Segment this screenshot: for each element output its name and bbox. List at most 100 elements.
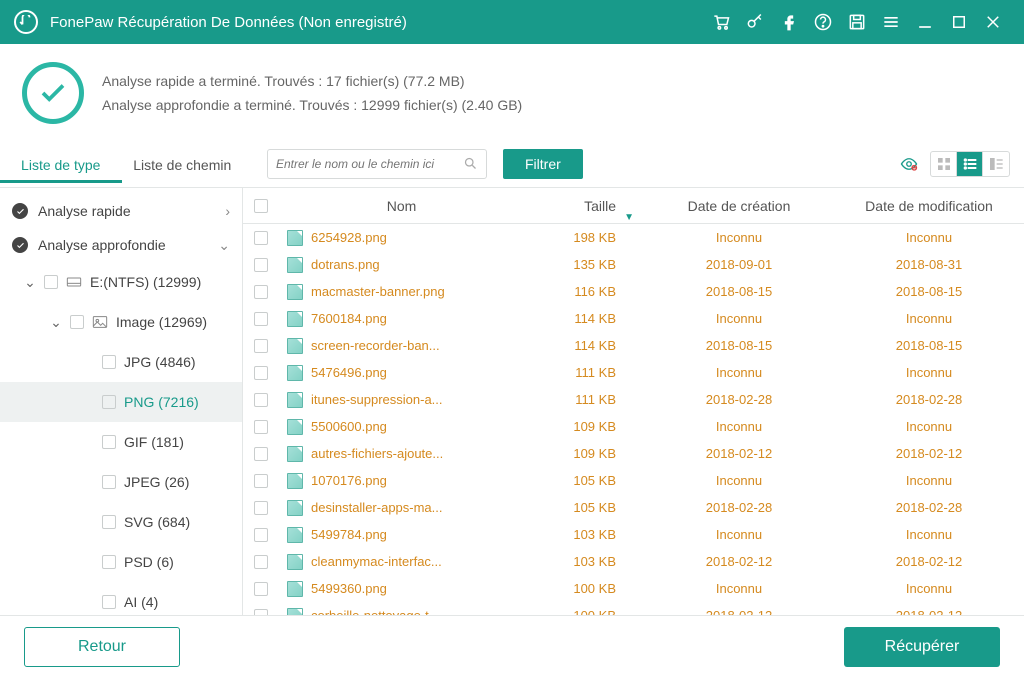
tree-item-label: JPEG (26) — [124, 474, 189, 490]
row-checkbox[interactable] — [254, 609, 268, 616]
checkmark-icon — [22, 62, 84, 124]
grid-view-icon[interactable] — [931, 152, 957, 176]
preview-toggle-icon[interactable] — [898, 154, 920, 174]
column-created[interactable]: Date de création — [644, 198, 834, 214]
tab-path-list[interactable]: Liste de chemin — [122, 145, 244, 183]
tree-format-item[interactable]: GIF (181) — [0, 422, 242, 462]
close-icon[interactable] — [976, 0, 1010, 44]
table-row[interactable]: dotrans.png 135 KB 2018-09-01 2018-08-31 — [243, 251, 1024, 278]
file-icon — [287, 311, 303, 327]
checkbox[interactable] — [102, 395, 116, 409]
tab-type-list[interactable]: Liste de type — [0, 145, 122, 183]
search-icon — [463, 156, 478, 171]
cart-icon[interactable] — [704, 0, 738, 44]
file-modified: 2018-08-15 — [834, 284, 1024, 299]
tree-format-item[interactable]: JPG (4846) — [0, 342, 242, 382]
file-created: 2018-09-01 — [644, 257, 834, 272]
file-modified: Inconnu — [834, 527, 1024, 542]
row-checkbox[interactable] — [254, 555, 268, 569]
row-checkbox[interactable] — [254, 393, 268, 407]
table-row[interactable]: desinstaller-apps-ma... 105 KB 2018-02-2… — [243, 494, 1024, 521]
table-row[interactable]: itunes-suppression-a... 111 KB 2018-02-2… — [243, 386, 1024, 413]
table-row[interactable]: corbeille-nettoyage-t... 100 KB 2018-02-… — [243, 602, 1024, 615]
column-name[interactable]: Nom — [279, 198, 524, 214]
file-name: macmaster-banner.png — [311, 284, 445, 299]
table-row[interactable]: autres-fichiers-ajoute... 109 KB 2018-02… — [243, 440, 1024, 467]
file-name: screen-recorder-ban... — [311, 338, 440, 353]
list-view-icon[interactable] — [957, 152, 983, 176]
checkbox[interactable] — [70, 315, 84, 329]
search-input[interactable] — [276, 157, 463, 171]
recover-button[interactable]: Récupérer — [844, 627, 1000, 667]
file-icon — [287, 338, 303, 354]
back-button[interactable]: Retour — [24, 627, 180, 667]
tree-format-item[interactable]: PNG (7216) — [0, 382, 242, 422]
tree-image-folder[interactable]: ⌄ Image (12969) — [0, 302, 242, 342]
table-row[interactable]: 5499784.png 103 KB Inconnu Inconnu — [243, 521, 1024, 548]
checkbox[interactable] — [102, 355, 116, 369]
row-checkbox[interactable] — [254, 285, 268, 299]
table-row[interactable]: 5500600.png 109 KB Inconnu Inconnu — [243, 413, 1024, 440]
checkbox[interactable] — [102, 515, 116, 529]
row-checkbox[interactable] — [254, 339, 268, 353]
column-modified[interactable]: Date de modification — [834, 198, 1024, 214]
file-icon — [287, 284, 303, 300]
row-checkbox[interactable] — [254, 420, 268, 434]
table-row[interactable]: 1070176.png 105 KB Inconnu Inconnu — [243, 467, 1024, 494]
help-icon[interactable] — [806, 0, 840, 44]
file-created: Inconnu — [644, 311, 834, 326]
toolbar: Liste de type Liste de chemin Filtrer — [0, 140, 1024, 188]
file-created: Inconnu — [644, 419, 834, 434]
table-row[interactable]: screen-recorder-ban... 114 KB 2018-08-15… — [243, 332, 1024, 359]
row-checkbox[interactable] — [254, 231, 268, 245]
row-checkbox[interactable] — [254, 312, 268, 326]
quick-scan-summary: Analyse rapide a terminé. Trouvés : 17 f… — [102, 74, 522, 88]
checkbox[interactable] — [44, 275, 58, 289]
row-checkbox[interactable] — [254, 366, 268, 380]
maximize-icon[interactable] — [942, 0, 976, 44]
facebook-icon[interactable] — [772, 0, 806, 44]
file-name: 5499360.png — [311, 581, 387, 596]
save-icon[interactable] — [840, 0, 874, 44]
sort-desc-icon: ▼ — [624, 212, 634, 223]
file-size: 198 KB — [524, 230, 644, 245]
row-checkbox[interactable] — [254, 474, 268, 488]
row-checkbox[interactable] — [254, 447, 268, 461]
checkbox[interactable] — [102, 475, 116, 489]
checkbox[interactable] — [102, 555, 116, 569]
search-box[interactable] — [267, 149, 487, 179]
file-size: 100 KB — [524, 608, 644, 615]
file-name: 6254928.png — [311, 230, 387, 245]
row-checkbox[interactable] — [254, 258, 268, 272]
group-deep-scan[interactable]: Analyse approfondie ⌄ — [0, 228, 242, 262]
table-row[interactable]: 5499360.png 100 KB Inconnu Inconnu — [243, 575, 1024, 602]
tree-format-item[interactable]: JPEG (26) — [0, 462, 242, 502]
file-modified: Inconnu — [834, 311, 1024, 326]
table-row[interactable]: 6254928.png 198 KB Inconnu Inconnu — [243, 224, 1024, 251]
menu-icon[interactable] — [874, 0, 908, 44]
row-checkbox[interactable] — [254, 501, 268, 515]
table-row[interactable]: cleanmymac-interfac... 103 KB 2018-02-12… — [243, 548, 1024, 575]
row-checkbox[interactable] — [254, 528, 268, 542]
group-quick-scan[interactable]: Analyse rapide › — [0, 194, 242, 228]
column-size[interactable]: Taille▼ — [524, 198, 644, 214]
table-row[interactable]: macmaster-banner.png 116 KB 2018-08-15 2… — [243, 278, 1024, 305]
file-modified: Inconnu — [834, 581, 1024, 596]
checkbox[interactable] — [102, 435, 116, 449]
file-icon — [287, 365, 303, 381]
minimize-icon[interactable] — [908, 0, 942, 44]
key-icon[interactable] — [738, 0, 772, 44]
tree-format-item[interactable]: SVG (684) — [0, 502, 242, 542]
sidebar: Analyse rapide › Analyse approfondie ⌄ ⌄… — [0, 188, 243, 615]
table-row[interactable]: 7600184.png 114 KB Inconnu Inconnu — [243, 305, 1024, 332]
filter-button[interactable]: Filtrer — [503, 149, 583, 179]
row-checkbox[interactable] — [254, 582, 268, 596]
window-title: FonePaw Récupération De Données (Non enr… — [50, 14, 407, 31]
select-all-checkbox[interactable] — [254, 199, 268, 213]
checkbox[interactable] — [102, 595, 116, 609]
detail-view-icon[interactable] — [983, 152, 1009, 176]
tree-format-item[interactable]: PSD (6) — [0, 542, 242, 582]
tree-drive[interactable]: ⌄ E:(NTFS) (12999) — [0, 262, 242, 302]
tree-format-item[interactable]: AI (4) — [0, 582, 242, 615]
table-row[interactable]: 5476496.png 111 KB Inconnu Inconnu — [243, 359, 1024, 386]
